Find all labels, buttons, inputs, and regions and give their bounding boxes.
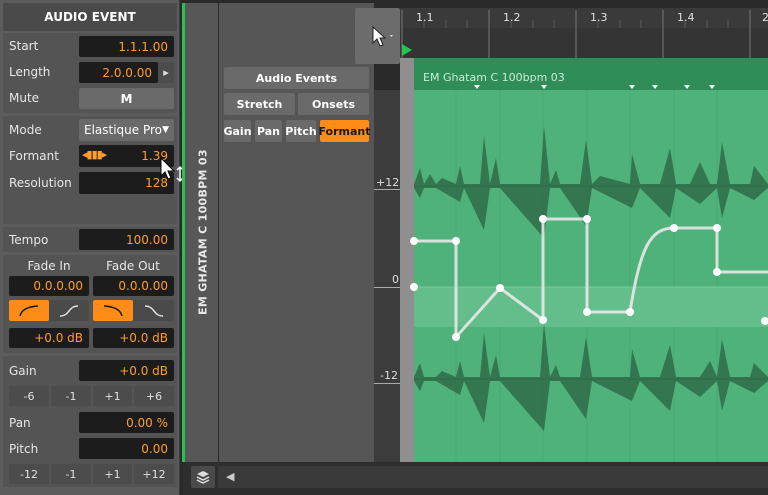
clip-name: EM Ghatam C 100bpm 03 [423,71,565,84]
ruler-label: 1.2 [503,11,521,24]
scale-line [374,383,401,384]
play-triangle-icon: ▸ [163,66,169,79]
curve-log-icon [103,304,123,316]
fade-in-curve-s-button[interactable] [49,300,89,321]
pitch-scale: +12 0 -12 [374,90,401,462]
keyboard-icon: ◂▮▮▮▸ [82,148,107,161]
scale-line [374,287,401,288]
scale-label-minus12: -12 [380,369,398,382]
start-field[interactable]: 1.1.1.00 [79,36,174,57]
clip-editor-panel: Audio Events Stretch Onsets Gain Pan Pit… [219,3,374,462]
clip-waveform-view[interactable] [400,58,768,462]
scroll-left-icon[interactable]: ◀ [226,470,234,483]
chevron-down-icon: ▼ [162,125,169,135]
ruler-label: 1.4 [677,11,695,24]
fade-out-label: Fade Out [106,259,160,273]
tool-selector[interactable] [355,8,400,64]
curve-s-icon [144,304,163,317]
ruler-ticks [400,10,768,58]
pitch-field[interactable]: 0.00 [79,438,174,459]
mode-dropdown[interactable]: Elastique Pro ▼ [79,119,174,141]
gain-step-plus1[interactable]: +1 [93,386,132,406]
length-field[interactable]: 2.0.0.00 [79,62,158,83]
onsets-button[interactable]: Onsets [298,93,369,115]
pitch-label: Pitch [9,442,39,456]
tab-gain[interactable]: Gain [223,120,252,142]
bottom-bar: ◀ [183,462,768,495]
fade-in-gain-field[interactable]: +0.0 dB [9,328,89,348]
mode-value: Elastique Pro [84,123,163,137]
layers-icon [196,471,210,484]
audio-clip-editor[interactable]: EM Ghatam C 100bpm 03 [400,58,768,462]
mute-button[interactable]: M [79,88,174,109]
fade-in-label: Fade In [27,259,71,273]
inspector-panel: AUDIO EVENT Start 1.1.1.00 Length 2.0.0.… [0,0,184,495]
gain-step-minus6[interactable]: -6 [9,386,49,406]
tempo-field[interactable]: 100.00 [79,229,174,250]
inspector-title: AUDIO EVENT [3,3,177,31]
track-header[interactable]: EM GHATAM C 100BPM 03 [182,3,218,462]
gain-field[interactable]: +0.0 dB [79,360,174,381]
fade-out-gain-field[interactable]: +0.0 dB [93,328,174,348]
formant-label: Formant [9,149,59,163]
pitch-step-minus1[interactable]: -1 [51,464,91,484]
fade-in-field[interactable]: 0.0.0.00 [9,276,89,296]
ruler-label: 1.1 [416,11,434,24]
length-arrow-button[interactable]: ▸ [158,62,174,83]
curve-s-icon [59,304,79,317]
pointer-tool-icon [372,25,393,47]
curve-log-icon [19,304,39,316]
track-name: EM GHATAM C 100BPM 03 [196,149,210,316]
start-label: Start [9,39,39,53]
resolution-label: Resolution [9,176,72,190]
pan-label: Pan [9,416,31,430]
ruler-label: 2 [762,11,768,24]
fade-out-curve-s-button[interactable] [133,300,174,321]
gain-label: Gain [9,364,37,378]
fade-out-field[interactable]: 0.0.0.00 [93,276,174,296]
audio-events-button[interactable]: Audio Events [224,67,369,89]
fade-in-curve-log-button[interactable] [9,300,49,321]
pitch-step-plus1[interactable]: +1 [93,464,132,484]
ruler-label: 1.3 [590,11,608,24]
layers-button[interactable] [191,466,215,488]
stretch-button[interactable]: Stretch [224,93,295,115]
tab-formant[interactable]: Formant [318,120,371,142]
pitch-step-minus12[interactable]: -12 [9,464,49,484]
scale-line [374,189,401,190]
gain-step-plus6[interactable]: +6 [134,386,174,406]
mode-label: Mode [9,123,42,137]
gain-step-minus1[interactable]: -1 [51,386,91,406]
fade-out-curve-log-button[interactable] [93,300,133,321]
length-label: Length [9,65,51,79]
scale-label-zero: 0 [392,273,399,286]
mute-label: Mute [9,91,40,105]
pan-field[interactable]: 0.00 % [79,412,174,433]
pitch-step-plus12[interactable]: +12 [134,464,174,484]
tab-pan[interactable]: Pan [255,120,282,142]
tempo-label: Tempo [9,233,49,247]
horizontal-scrollbar[interactable]: ◀ [218,466,768,488]
timeline-ruler[interactable]: 1.1 1.2 1.3 1.4 2 [400,8,768,58]
tab-pitch[interactable]: Pitch [285,120,317,142]
scale-label-plus12: +12 [376,176,400,189]
